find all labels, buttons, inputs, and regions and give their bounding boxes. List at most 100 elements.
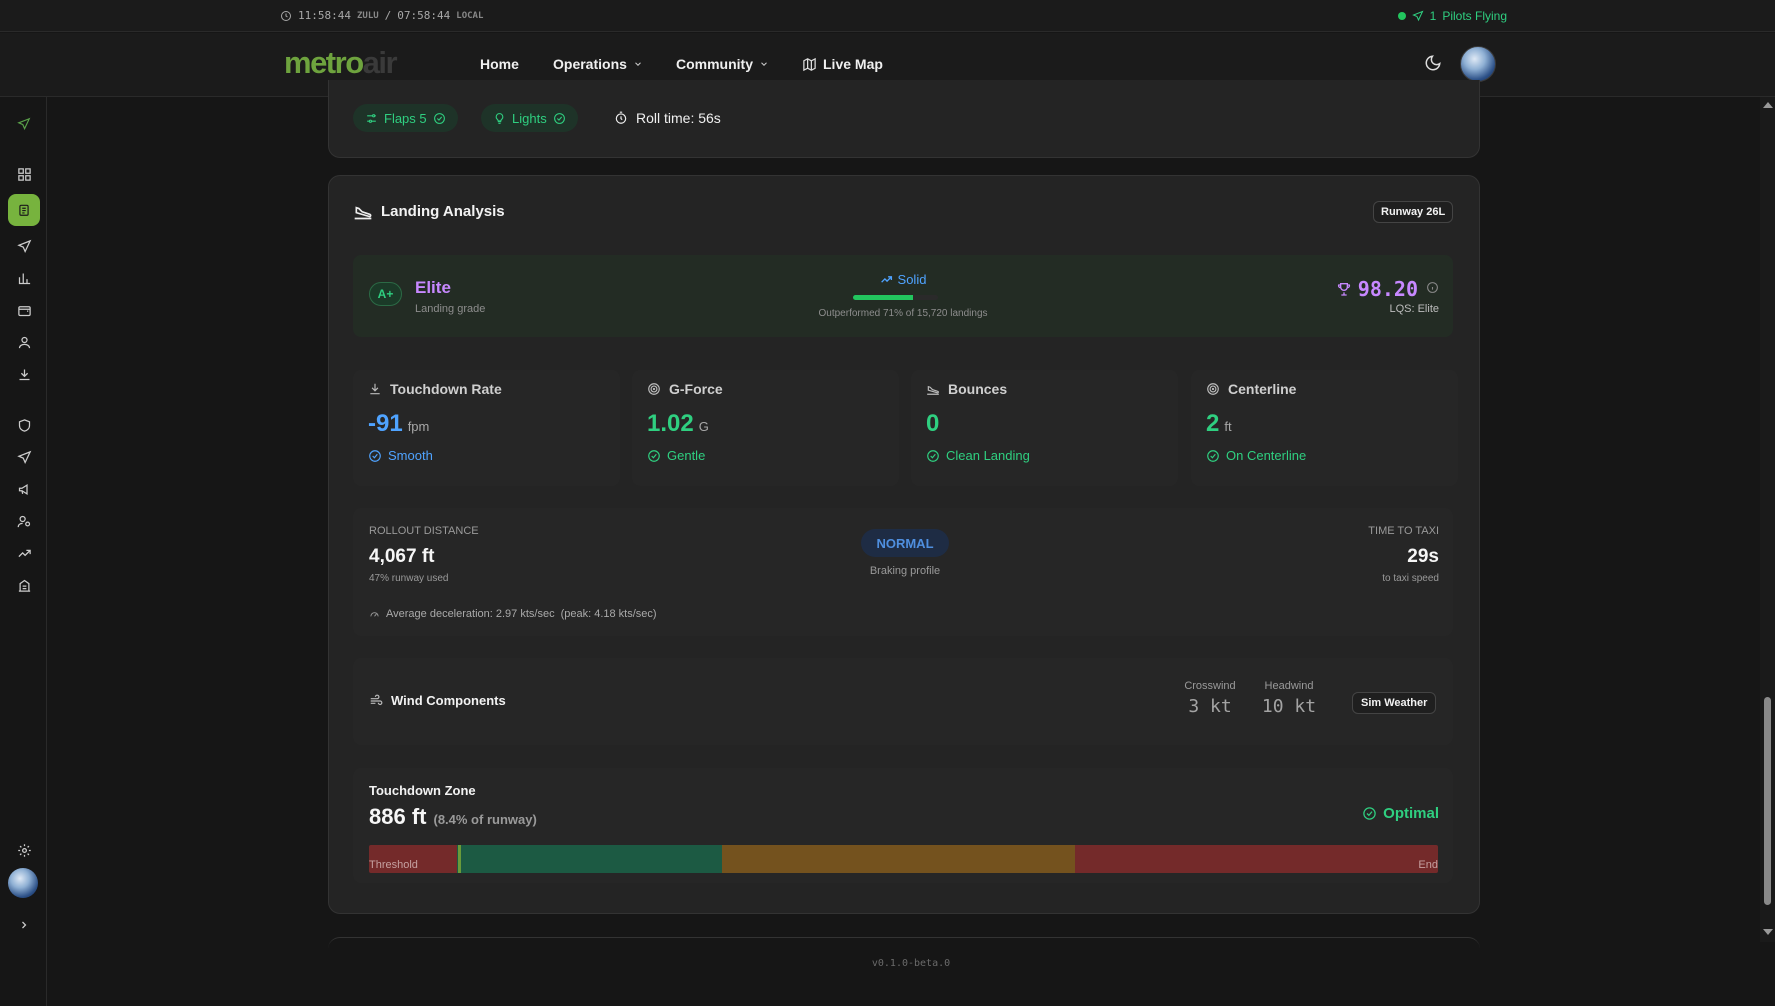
clock-icon (280, 10, 292, 22)
sidebar-stats-icon[interactable] (13, 267, 35, 289)
runway-zone-segment (1074, 845, 1438, 873)
sidebar-fleet-icon[interactable] (13, 446, 35, 468)
flaps-pill: Flaps 5 (353, 104, 458, 132)
metric-g-force: G-Force 1.02 G Gentle (632, 370, 899, 486)
sidebar (0, 97, 47, 1006)
sidebar-settings-gear-icon[interactable] (13, 839, 35, 861)
pilots-count: 1 (1429, 9, 1437, 23)
quality-progress-fill (853, 295, 914, 300)
touchdown-percent: (8.4% of runway) (433, 812, 537, 827)
nav-live-map-label: Live Map (823, 56, 883, 72)
taxi-label: TIME TO TAXI (1368, 525, 1439, 537)
sidebar-expand-chevron-icon[interactable] (13, 914, 35, 936)
metric-value: 0 (926, 410, 944, 438)
metric-value: 2 ft (1206, 410, 1232, 438)
check-circle-icon (926, 449, 940, 463)
logo-accent: air (362, 45, 398, 80)
runway-zone-bar (369, 845, 1438, 873)
nav-community-label: Community (676, 56, 753, 72)
sidebar-dashboard-icon[interactable] (13, 163, 35, 185)
runway-zone-segment (721, 845, 1075, 873)
touchdown-distance: 886 ft (8.4% of runway) (369, 804, 537, 830)
metric-centerline: Centerline 2 ft On Centerline (1191, 370, 1458, 486)
wind-icon (369, 694, 383, 708)
check-circle-icon (647, 449, 661, 463)
lights-label: Lights (512, 110, 547, 126)
sidebar-wallet-icon[interactable] (13, 299, 35, 321)
metric-label: Touchdown Rate (390, 381, 502, 397)
metric-number: 0 (926, 410, 940, 437)
scroll-thumb[interactable] (1764, 697, 1771, 905)
sidebar-profile-icon[interactable] (13, 331, 35, 353)
metric-touchdown-rate: Touchdown Rate -91 fpm Smooth (353, 370, 620, 486)
touchdown-status: Optimal (1362, 805, 1439, 822)
sidebar-plane-icon[interactable] (13, 113, 35, 135)
metric-status-label: Smooth (388, 448, 433, 463)
quality-progress-bar (853, 295, 938, 300)
rollout-sub: 47% runway used (369, 573, 449, 584)
scroll-up-arrow[interactable] (1763, 102, 1773, 108)
user-avatar[interactable] (1460, 46, 1496, 82)
crosswind-label: Crosswind (1184, 680, 1236, 692)
sidebar-announcements-icon[interactable] (13, 478, 35, 500)
check-circle-icon (1362, 806, 1377, 821)
runway-zone-segment (456, 845, 722, 873)
metric-status-label: Clean Landing (946, 448, 1030, 463)
local-time: 07:58:44 (397, 9, 451, 22)
nav-community[interactable]: Community (676, 56, 769, 72)
roll-time: Roll time: 56s (614, 110, 721, 126)
headwind: Headwind 10 kt (1259, 680, 1319, 717)
chevron-down-icon (759, 59, 769, 69)
sidebar-building-icon[interactable] (13, 574, 35, 596)
sidebar-download-icon[interactable] (13, 363, 35, 385)
metric-status: On Centerline (1206, 448, 1306, 463)
nav-operations[interactable]: Operations (553, 56, 643, 72)
next-card-edge (328, 937, 1480, 949)
lqs-label: LQS: Elite (1389, 303, 1439, 315)
check-circle-icon (1206, 449, 1220, 463)
landing-analysis-label: Landing Analysis (381, 202, 505, 220)
touchdown-title: Touchdown Zone (369, 783, 476, 798)
info-icon[interactable] (1426, 281, 1439, 294)
crosswind-value: 3 kt (1188, 696, 1232, 717)
sidebar-trending-icon[interactable] (13, 542, 35, 564)
logo[interactable]: metroair (284, 45, 398, 81)
sidebar-shield-icon[interactable] (13, 414, 35, 436)
logo-main: metro (284, 45, 364, 80)
metric-status: Gentle (647, 448, 705, 463)
chevron-down-icon (633, 59, 643, 69)
nav-live-map[interactable]: Live Map (802, 56, 883, 72)
pilots-flying[interactable]: 1 Pilots Flying (1397, 9, 1507, 23)
clock: 11:58:44 ZULU / 07:58:44 LOCAL (280, 9, 483, 22)
online-dot (1397, 12, 1406, 20)
theme-toggle-moon-icon[interactable] (1424, 54, 1442, 72)
crosswind: Crosswind 3 kt (1180, 680, 1240, 717)
scroll-down-arrow[interactable] (1763, 929, 1773, 935)
quality-label: Solid (897, 272, 927, 287)
metric-header: Touchdown Rate (368, 381, 502, 397)
nav-home-label: Home (480, 56, 519, 72)
metric-header: Centerline (1206, 381, 1296, 397)
nav-home[interactable]: Home (480, 56, 519, 72)
braking-label: Braking profile (869, 565, 941, 577)
lqs-score-value: 98.20 (1357, 277, 1418, 301)
sidebar-flights-icon[interactable] (13, 235, 35, 257)
metric-label: Centerline (1228, 381, 1297, 397)
metric-number: 2 (1206, 410, 1220, 437)
sidebar-avatar[interactable] (8, 868, 38, 898)
flaps-label: Flaps 5 (384, 110, 427, 126)
touchdown-zone-panel: Touchdown Zone 886 ft (8.4% of runway) O… (353, 768, 1453, 883)
wind-title-label: Wind Components (391, 693, 506, 708)
taxi-sub: to taxi speed (1382, 573, 1439, 584)
metric-bounces: Bounces 0 Clean Landing (911, 370, 1178, 486)
sim-weather-badge: Sim Weather (1352, 692, 1437, 714)
threshold-label: Threshold (369, 859, 418, 871)
page-scrollbar[interactable] (1760, 97, 1775, 942)
sidebar-logbook-icon[interactable] (8, 194, 40, 226)
sidebar-users-settings-icon[interactable] (13, 510, 35, 532)
map-icon (802, 57, 817, 72)
landing-analysis-title: Landing Analysis (353, 201, 505, 221)
plane-icon (1411, 10, 1424, 22)
check-circle-icon (433, 112, 446, 125)
rollout-value: 4,067 ft (369, 546, 435, 567)
